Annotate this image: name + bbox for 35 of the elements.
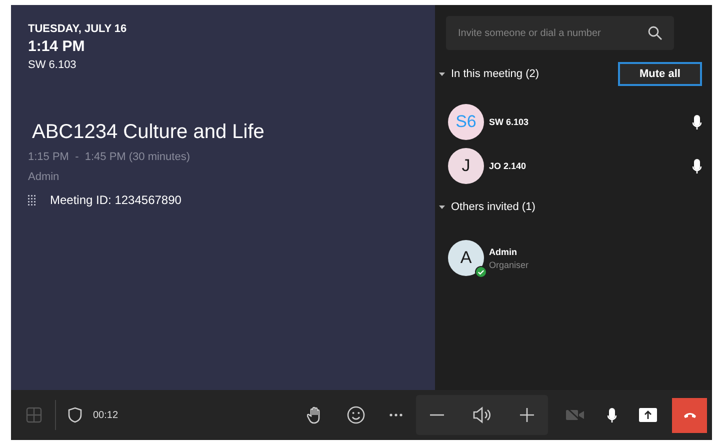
caret-icon[interactable] — [439, 204, 445, 210]
meeting-title: ABC1234 Culture and Life — [32, 121, 264, 144]
clock-time: 1:14 PM — [28, 38, 85, 55]
share-screen-icon[interactable] — [639, 408, 657, 422]
organizer-name: Admin — [28, 171, 60, 183]
avatar-initials: S6 — [456, 112, 476, 132]
grid-icon — [26, 407, 42, 423]
volume-up-icon[interactable] — [518, 407, 535, 423]
microphone-icon[interactable] — [607, 407, 617, 423]
speaker-icon — [472, 406, 492, 424]
participant-name: SW 6.103 — [489, 117, 529, 127]
microphone-icon[interactable] — [692, 158, 702, 174]
section-header[interactable]: In this meeting (2) — [451, 68, 540, 80]
search-icon — [648, 26, 662, 40]
participant-name: Admin — [489, 246, 518, 256]
caret-icon[interactable] — [439, 71, 445, 77]
mute-all-button[interactable]: Mute all — [618, 62, 702, 86]
avatar-initials: J — [462, 156, 470, 176]
hang-up-button[interactable] — [672, 398, 707, 432]
section-header[interactable]: Others invited (1) — [451, 201, 536, 213]
microphone-icon[interactable] — [692, 114, 702, 130]
invite-search-field[interactable]: Invite someone or dial a number — [446, 16, 674, 50]
meeting-time: 1:15 PM - 1:45 PM (30 minutes) — [28, 151, 190, 163]
avatar-initials: A — [460, 248, 472, 268]
more-options-icon[interactable] — [389, 413, 403, 417]
call-duration: 00:12 — [93, 410, 118, 420]
meeting-id: Meeting ID: 1234567890 — [50, 193, 182, 207]
dialpad-icon — [28, 194, 36, 206]
participant-role: Organiser — [489, 260, 529, 270]
emoji-icon[interactable] — [347, 406, 365, 424]
date-label: TUESDAY, JULY 16 — [28, 23, 127, 35]
room-name: SW 6.103 — [28, 59, 76, 71]
participant-name: JO 2.140 — [489, 161, 526, 171]
shield-icon — [68, 407, 82, 423]
phone-icon — [682, 411, 696, 419]
